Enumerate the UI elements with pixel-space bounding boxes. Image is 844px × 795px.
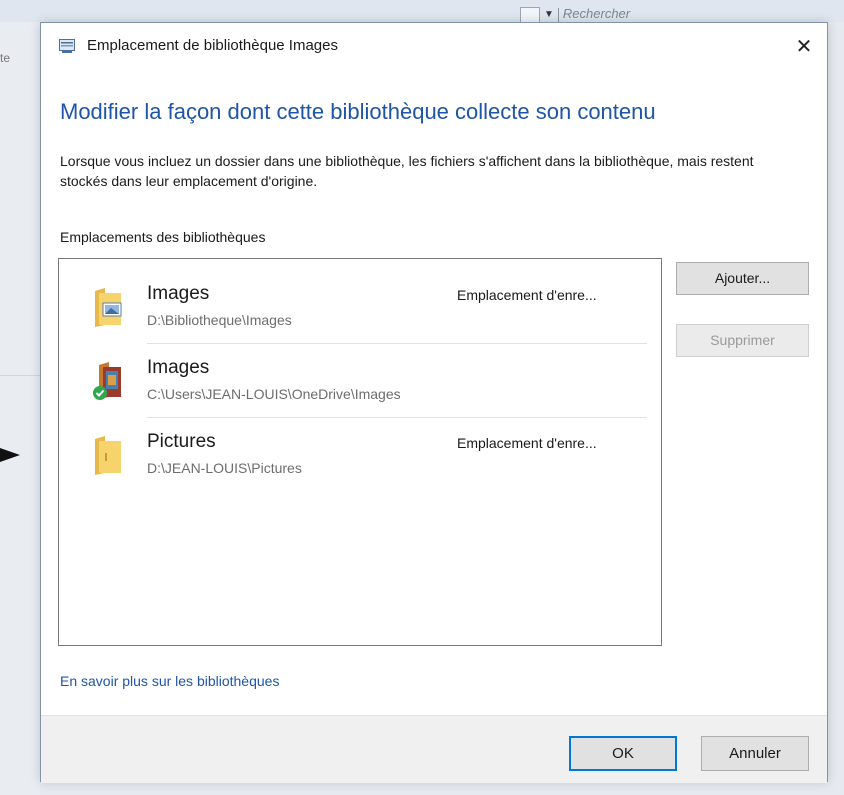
add-button[interactable]: Ajouter... — [676, 262, 809, 295]
location-path: D:\Bibliotheque\Images — [147, 312, 292, 328]
list-item[interactable]: Pictures D:\JEAN-LOUIS\Pictures Emplacem… — [89, 427, 649, 499]
learn-more-link[interactable]: En savoir plus sur les bibliothèques — [60, 673, 279, 689]
background-partial-text: te — [0, 51, 11, 65]
location-path: D:\JEAN-LOUIS\Pictures — [147, 460, 302, 476]
pictures-folder-icon — [95, 288, 122, 327]
ok-button[interactable]: OK — [569, 736, 677, 771]
location-name: Images — [147, 283, 210, 304]
chevron-down-icon: ▼ — [544, 9, 554, 21]
title-bar: Emplacement de bibliothèque Images ✕ — [41, 23, 827, 71]
divider — [557, 7, 559, 22]
location-path: C:\Users\JEAN-LOUIS\OneDrive\Images — [147, 386, 401, 402]
folder-icon — [95, 436, 121, 475]
background-search-area: ▼ Rechercher — [520, 6, 720, 23]
dialog-heading: Modifier la façon dont cette bibliothèqu… — [60, 99, 656, 124]
divider — [147, 343, 647, 344]
remove-button[interactable]: Supprimer — [676, 324, 809, 357]
divider — [0, 375, 40, 376]
cancel-button[interactable]: Annuler — [701, 736, 809, 771]
location-status: Emplacement d'enre... — [457, 435, 597, 451]
library-location-dialog: Emplacement de bibliothèque Images ✕ Mod… — [40, 22, 828, 783]
divider — [147, 417, 647, 418]
onedrive-synced-folder-icon — [93, 362, 121, 400]
pointer-arrow-icon — [0, 448, 20, 462]
list-item[interactable]: Images D:\Bibliotheque\Images Emplacemen… — [89, 279, 649, 351]
library-locations-list[interactable]: Images D:\Bibliotheque\Images Emplacemen… — [58, 258, 662, 646]
list-item[interactable]: Images C:\Users\JEAN-LOUIS\OneDrive\Imag… — [89, 353, 649, 425]
background-window-left — [0, 22, 40, 795]
close-button[interactable]: ✕ — [781, 23, 827, 71]
dialog-description: Lorsque vous incluez un dossier dans une… — [60, 153, 754, 189]
dialog-title: Emplacement de bibliothèque Images — [87, 37, 338, 54]
location-status: Emplacement d'enre... — [457, 287, 597, 303]
dialog-footer: OK Annuler — [41, 715, 827, 783]
locations-label: Emplacements des bibliothèques — [60, 229, 266, 245]
library-window-icon — [59, 39, 75, 53]
location-name: Images — [147, 357, 210, 378]
background-search-text: Rechercher — [562, 6, 631, 21]
location-name: Pictures — [147, 431, 216, 452]
view-options-icon — [520, 6, 540, 23]
